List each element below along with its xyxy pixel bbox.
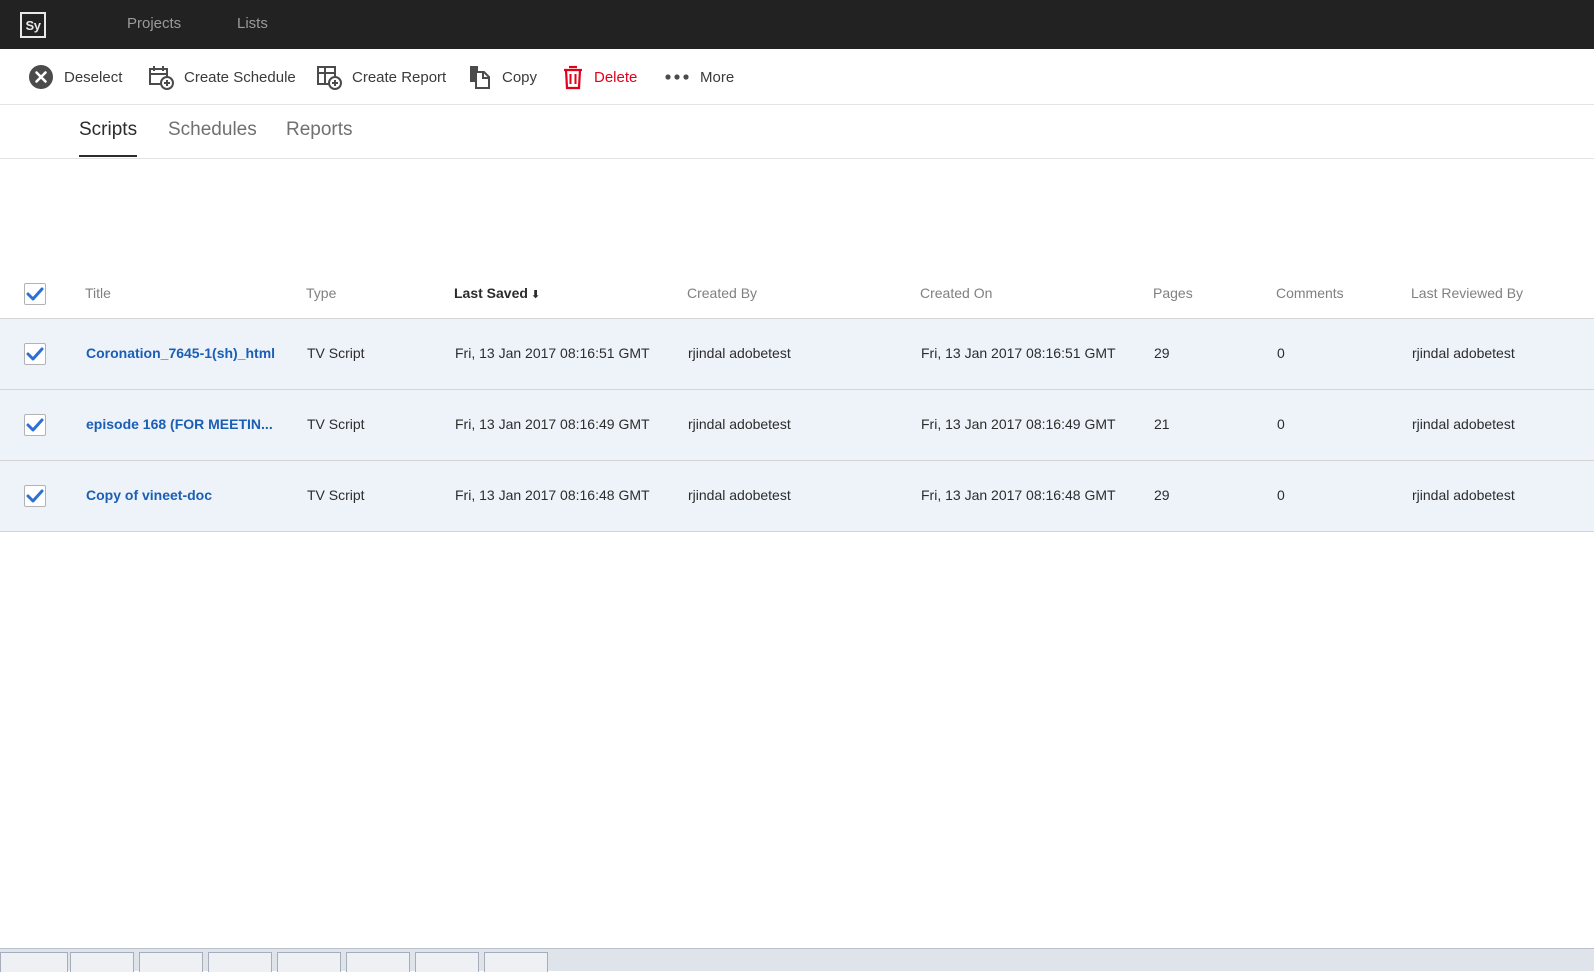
cell-created-by: rjindal adobetest	[688, 416, 791, 432]
column-created-on[interactable]: Created On	[920, 285, 992, 301]
copy-button[interactable]: Copy	[468, 49, 537, 105]
deselect-button[interactable]: Deselect	[28, 49, 122, 105]
taskbar-button[interactable]	[277, 952, 341, 972]
column-last-reviewed-by[interactable]: Last Reviewed By	[1411, 285, 1523, 301]
cell-last-saved: Fri, 13 Jan 2017 08:16:48 GMT	[455, 487, 650, 503]
delete-button[interactable]: Delete	[562, 49, 637, 105]
taskbar-button[interactable]	[208, 952, 272, 972]
cell-comments: 0	[1277, 416, 1285, 432]
cell-type: TV Script	[307, 487, 365, 503]
taskbar-button[interactable]	[346, 952, 410, 972]
script-title-link[interactable]: episode 168 (FOR MEETIN...	[86, 416, 273, 432]
cell-pages: 29	[1154, 487, 1170, 503]
deselect-label: Deselect	[64, 68, 123, 86]
calendar-add-icon	[148, 64, 174, 90]
create-schedule-button[interactable]: Create Schedule	[148, 49, 296, 105]
table-row[interactable]: episode 168 (FOR MEETIN... TV Script Fri…	[0, 390, 1594, 461]
checkmark-icon	[26, 287, 44, 301]
delete-label: Delete	[594, 68, 638, 86]
taskbar-button[interactable]	[70, 952, 134, 972]
more-label: More	[700, 68, 735, 86]
cell-type: TV Script	[307, 416, 365, 432]
column-created-by[interactable]: Created By	[687, 285, 757, 301]
os-taskbar	[0, 948, 1594, 972]
column-comments[interactable]: Comments	[1276, 285, 1344, 301]
script-title-link[interactable]: Coronation_7645-1(sh)_html	[86, 345, 275, 361]
row-checkbox[interactable]	[24, 343, 46, 365]
table-header: Title Type Last Saved ⬇ Created By Create…	[0, 270, 1594, 319]
create-schedule-label: Create Schedule	[184, 68, 296, 86]
taskbar-button[interactable]	[415, 952, 479, 972]
content-tabs: Scripts Schedules Reports	[0, 105, 1594, 159]
cell-last-reviewed-by: rjindal adobetest	[1412, 345, 1515, 361]
app-logo[interactable]: Sy	[20, 12, 46, 38]
create-report-label: Create Report	[352, 68, 447, 86]
cell-last-reviewed-by: rjindal adobetest	[1412, 416, 1515, 432]
report-add-icon	[316, 64, 342, 90]
nav-lists[interactable]: Lists	[237, 15, 268, 32]
tab-reports[interactable]: Reports	[286, 119, 353, 155]
create-report-button[interactable]: Create Report	[316, 49, 446, 105]
copy-icon	[468, 64, 492, 90]
checkmark-icon	[26, 418, 44, 432]
cell-last-reviewed-by: rjindal adobetest	[1412, 487, 1515, 503]
column-type[interactable]: Type	[306, 285, 336, 301]
nav-projects[interactable]: Projects	[127, 15, 181, 32]
tab-schedules[interactable]: Schedules	[168, 119, 257, 155]
trash-icon	[562, 64, 584, 90]
table-row[interactable]: Copy of vineet-doc TV Script Fri, 13 Jan…	[0, 461, 1594, 532]
cell-created-on: Fri, 13 Jan 2017 08:16:51 GMT	[921, 345, 1116, 361]
close-circle-icon	[28, 64, 54, 90]
taskbar-button[interactable]	[0, 952, 68, 972]
cell-type: TV Script	[307, 345, 365, 361]
table-row[interactable]: Coronation_7645-1(sh)_html TV Script Fri…	[0, 319, 1594, 390]
cell-pages: 29	[1154, 345, 1170, 361]
sort-descending-icon: ⬇	[530, 289, 541, 301]
select-all-checkbox[interactable]	[24, 283, 46, 305]
column-pages[interactable]: Pages	[1153, 285, 1193, 301]
more-dots-icon	[664, 64, 690, 90]
cell-created-on: Fri, 13 Jan 2017 08:16:49 GMT	[921, 416, 1116, 432]
more-button[interactable]: More	[664, 49, 734, 105]
cell-created-on: Fri, 13 Jan 2017 08:16:48 GMT	[921, 487, 1116, 503]
checkmark-icon	[26, 347, 44, 361]
checkmark-icon	[26, 489, 44, 503]
tab-scripts[interactable]: Scripts	[79, 119, 138, 157]
cell-comments: 0	[1277, 345, 1285, 361]
row-checkbox[interactable]	[24, 414, 46, 436]
cell-last-saved: Fri, 13 Jan 2017 08:16:49 GMT	[455, 416, 650, 432]
column-last-saved[interactable]: Last Saved ⬇	[454, 285, 540, 301]
cell-comments: 0	[1277, 487, 1285, 503]
taskbar-button[interactable]	[484, 952, 548, 972]
copy-label: Copy	[502, 68, 538, 86]
action-toolbar: Deselect Create Schedule Create Report C…	[0, 49, 1594, 105]
cell-created-by: rjindal adobetest	[688, 487, 791, 503]
app-header: Sy Projects Lists	[0, 0, 1594, 49]
taskbar-button[interactable]	[139, 952, 203, 972]
cell-created-by: rjindal adobetest	[688, 345, 791, 361]
script-title-link[interactable]: Copy of vineet-doc	[86, 487, 212, 503]
column-last-saved-label: Last Saved	[454, 285, 528, 301]
cell-pages: 21	[1154, 416, 1170, 432]
cell-last-saved: Fri, 13 Jan 2017 08:16:51 GMT	[455, 345, 650, 361]
row-checkbox[interactable]	[24, 485, 46, 507]
column-title[interactable]: Title	[85, 285, 111, 301]
